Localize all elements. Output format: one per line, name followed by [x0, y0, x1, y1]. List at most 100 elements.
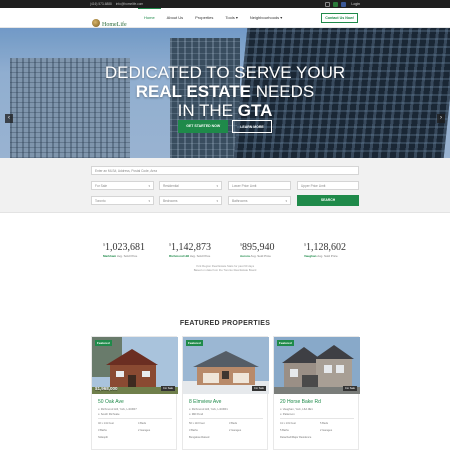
stat-city: Vaughan [304, 254, 317, 258]
stats-note: York Region Real Estate Stats for past 9… [0, 264, 450, 272]
property-card[interactable]: Featured For Sale 8 Elmview Ave ●Richmon… [182, 336, 269, 450]
status-badge: For Sale [343, 386, 357, 391]
nav-neighbourhoods-label: Neighbourhoods [249, 15, 280, 20]
stat-vaughan: $1,128,602 Vaughan Avg. Sold Price [304, 242, 346, 258]
location-icon: ● [280, 412, 282, 416]
property-address: ●Richmond Hill, York, L4C6R1 ●Mill Pond [189, 407, 228, 417]
community-line: South Richvale [100, 412, 120, 416]
location-icon: ● [280, 407, 282, 411]
spec-garages: 2 Garages [138, 429, 151, 432]
spec-lot: 50 x 110 Feet [189, 422, 205, 425]
twitter-icon[interactable] [325, 1, 331, 7]
stat-city: Markham [103, 254, 117, 258]
featured-badge: Featured [186, 340, 203, 346]
nav-tools-label: Tools [225, 15, 235, 20]
property-title[interactable]: 20 Horse Bake Rd [280, 399, 321, 405]
property-photo[interactable]: Featured For Sale [274, 337, 360, 394]
max-price-input[interactable]: Upper Price Limit [297, 181, 359, 190]
nav-tools[interactable]: Tools ▾ [219, 8, 243, 28]
sale-type-value: For Sale [95, 184, 108, 188]
location-icon: ● [98, 407, 100, 411]
address-line: Richmond Hill, York, L4C6R1 [191, 407, 228, 411]
chevron-down-icon: ▾ [148, 199, 150, 203]
main-nav: Home About Us Properties Tools ▾ Neighbo… [138, 8, 288, 28]
spec-garages: 2 Garages [320, 429, 333, 432]
property-address: ●Richmond Hill, York, L4C6R7 ●South Rich… [98, 407, 137, 417]
facebook-icon[interactable] [341, 1, 347, 7]
address-line: Vaughan, York, L6A 0E1 [282, 407, 313, 411]
spec-beds: 3 Beds [229, 422, 238, 425]
property-title[interactable]: 50 Oak Ave [98, 399, 124, 405]
spec-style: Bungalow-Raised [189, 436, 210, 439]
spec-garages: 2 Garages [229, 429, 242, 432]
address-line: Richmond Hill, York, L4C6R7 [100, 407, 137, 411]
chevron-down-icon: ▾ [216, 184, 218, 188]
bedrooms-select[interactable]: Bedrooms ▾ [159, 196, 222, 205]
stat-label: Avg. Sold Price [250, 254, 271, 258]
city-value: Toronto [95, 199, 106, 203]
stats-note-line-2: Based on data from the Toronto Real Esta… [193, 268, 257, 272]
status-badge: For Sale [252, 386, 266, 391]
property-title[interactable]: 8 Elmview Ave [189, 399, 221, 405]
stat-value: 1,128,602 [306, 242, 346, 253]
property-card[interactable]: Featured For Sale 20 Horse Bake Rd ●Vaug… [273, 336, 360, 450]
stat-label: Avg. Sold Price [317, 254, 338, 258]
top-bar: (416) 573-6888 info@homelife.com Login [0, 0, 450, 8]
google-plus-icon[interactable] [333, 1, 339, 7]
bathrooms-select[interactable]: Bathrooms ▾ [228, 196, 291, 205]
keyword-search-input[interactable]: Enter an MLS#, Address, Postal Code, Are… [91, 166, 359, 175]
community-line: Mill Pond [191, 412, 204, 416]
chevron-down-icon: ▾ [148, 184, 150, 188]
stat-value: 1,142,873 [171, 242, 211, 253]
sale-type-select[interactable]: For Sale ▾ [91, 181, 154, 190]
community-line: Patterson [282, 412, 295, 416]
location-icon: ● [98, 412, 100, 416]
stat-city: Richmond Hill [169, 254, 190, 258]
hero-line-2-bold: REAL ESTATE [135, 82, 251, 101]
property-type-select[interactable]: Residential ▾ [159, 181, 222, 190]
stat-value: 895,940 [242, 242, 275, 253]
featured-title: FEATURED PROPERTIES [179, 320, 271, 327]
stat-label: Avg. Sold Price [116, 254, 138, 258]
bedrooms-value: Bedrooms [163, 199, 178, 203]
min-price-input[interactable]: Lower Price Limit [228, 181, 291, 190]
learn-more-button[interactable]: LEARN MORE [232, 120, 272, 133]
spec-beds: 4 Beds [138, 422, 147, 425]
property-card[interactable]: Featured $1,968,000 For Sale 50 Oak Ave … [91, 336, 178, 450]
nav-neighbourhoods[interactable]: Neighbourhoods ▾ [244, 8, 288, 28]
contact-us-button[interactable]: Contact Us Now! [321, 13, 358, 23]
spec-beds: 5 Beds [320, 422, 329, 425]
spec-baths: 5 Baths [280, 429, 289, 432]
hero-line-3-bold: GTA [237, 101, 273, 120]
chevron-down-icon: ▾ [285, 199, 287, 203]
property-photo[interactable]: Featured For Sale [183, 337, 269, 394]
email-text[interactable]: info@homelife.com [116, 2, 143, 6]
property-type-value: Residential [163, 184, 179, 188]
property-photo[interactable]: Featured $1,968,000 For Sale [92, 337, 178, 394]
status-badge: For Sale [161, 386, 175, 391]
featured-badge: Featured [95, 340, 112, 346]
hero-headline: DEDICATED TO SERVE YOUR REAL ESTATE NEED… [0, 63, 450, 120]
get-started-button[interactable]: GET STARTED NOW [178, 120, 229, 133]
phone-text[interactable]: (416) 573-6888 [90, 2, 112, 6]
spec-baths: 3 Baths [189, 429, 198, 432]
nav-properties[interactable]: Properties [189, 8, 219, 28]
spec-style: Sidesplit [98, 436, 108, 439]
slider-next-icon[interactable]: › [437, 114, 445, 123]
market-stats: $1,023,681 Markham Avg. Sold Price $1,14… [0, 234, 450, 294]
property-address: ●Vaughan, York, L6A 0E1 ●Patterson [280, 407, 313, 417]
nav-home[interactable]: Home [138, 8, 161, 28]
stat-value: 1,023,681 [105, 242, 145, 253]
hero-line-1: DEDICATED TO SERVE YOUR [104, 63, 346, 82]
login-link[interactable]: Login [351, 2, 360, 6]
city-select[interactable]: Toronto ▾ [91, 196, 154, 205]
main-header: HomeLife Gold Pacific Realty Home About … [0, 8, 450, 33]
stat-label: Avg. Sold Price [189, 254, 211, 258]
location-icon: ● [189, 412, 191, 416]
hero-line-2-rest: NEEDS [250, 82, 315, 101]
bathrooms-value: Bathrooms [232, 199, 248, 203]
hero-banner: DEDICATED TO SERVE YOUR REAL ESTATE NEED… [0, 28, 450, 158]
search-button[interactable]: SEARCH [297, 195, 359, 206]
slider-prev-icon[interactable]: ‹ [5, 114, 13, 123]
nav-about[interactable]: About Us [161, 8, 189, 28]
